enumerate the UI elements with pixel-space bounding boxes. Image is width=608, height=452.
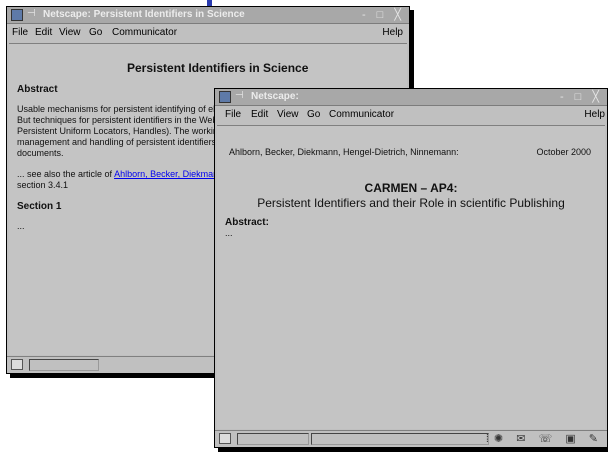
menu-go[interactable]: Go (307, 109, 320, 120)
edit-icon[interactable]: ✎ (589, 433, 603, 445)
article-link[interactable]: Ahlborn, Becker, Diekmar (114, 169, 216, 179)
menu-help[interactable]: Help (382, 27, 403, 38)
status-bar: ⁞✺ ✉ ☏ ▣ ✎ (215, 430, 607, 447)
menu-file[interactable]: File (225, 109, 241, 120)
menu-bar: File Edit View Go Communicator Help (215, 106, 607, 124)
abstract-line-5: documents. (17, 148, 64, 158)
abstract-body: ... (225, 228, 233, 238)
menu-communicator[interactable]: Communicator (112, 27, 177, 38)
window-controls[interactable]: - □ ╳ (362, 8, 405, 21)
pin-icon[interactable]: ⊣ (27, 8, 36, 19)
abstract-line-4: management and handling of persistent id… (17, 137, 217, 147)
status-field (29, 359, 99, 371)
component-bar: ⁞✺ ✉ ☏ ▣ ✎ (486, 432, 603, 445)
browser-window-front[interactable]: ⊣ Netscape: - □ ╳ File Edit View Go Comm… (214, 88, 608, 448)
mail-icon[interactable]: ✉ (516, 433, 530, 445)
menu-view[interactable]: View (59, 27, 81, 38)
section1-label: Section 1 (17, 201, 62, 212)
window-controls[interactable]: - □ ╳ (560, 90, 603, 103)
menu-file[interactable]: File (12, 27, 28, 38)
pin-icon[interactable]: ⊣ (235, 90, 244, 101)
netscape-window-icon[interactable] (219, 91, 231, 103)
menu-communicator[interactable]: Communicator (329, 109, 394, 120)
netscape-window-icon[interactable] (11, 9, 23, 21)
menu-bar: File Edit View Go Communicator Help (7, 24, 409, 42)
abstract-line-3: Persistent Uniform Locators, Handles). T… (17, 126, 218, 136)
page-heading: CARMEN – AP4: (364, 181, 458, 195)
window-title: Netscape: Persistent Identifiers in Scie… (43, 9, 245, 20)
see-also-line: ... see also the article of Ahlborn, Bec… (17, 169, 216, 180)
status-field-2 (311, 433, 489, 445)
window-title: Netscape: (251, 91, 299, 102)
security-lock-icon[interactable] (11, 359, 23, 370)
menu-help[interactable]: Help (584, 109, 605, 120)
section-reference: section 3.4.1 (17, 180, 69, 190)
menu-edit[interactable]: Edit (251, 109, 268, 120)
abstract-label: Abstract: (225, 217, 269, 228)
abstract-label: Abstract (17, 84, 58, 95)
title-bar[interactable]: ⊣ Netscape: - □ ╳ (215, 89, 607, 106)
page-subheading: Persistent Identifiers and their Role in… (257, 196, 565, 210)
abstract-line-1: Usable mechanisms for persistent identif… (17, 104, 221, 114)
section1-body: ... (17, 221, 25, 231)
security-lock-icon[interactable] (219, 433, 231, 444)
title-bar[interactable]: ⊣ Netscape: Persistent Identifiers in Sc… (7, 7, 409, 24)
composer-icon[interactable]: ▣ (565, 433, 580, 445)
discussion-icon[interactable]: ☏ (538, 433, 557, 445)
status-field-1 (237, 433, 309, 445)
navigator-icon[interactable]: ⁞✺ (486, 433, 508, 445)
page-heading: Persistent Identifiers in Science (127, 61, 309, 75)
see-also-prefix: ... see also the article of (17, 169, 115, 179)
menu-view[interactable]: View (277, 109, 299, 120)
abstract-line-2: But techniques for persistent identifier… (17, 115, 218, 125)
authors-line: Ahlborn, Becker, Diekmann, Hengel-Dietri… (229, 147, 459, 157)
publication-date: October 2000 (536, 147, 591, 157)
menu-edit[interactable]: Edit (35, 27, 52, 38)
menu-go[interactable]: Go (89, 27, 102, 38)
page-content: Ahlborn, Becker, Diekmann, Hengel-Dietri… (217, 125, 605, 429)
